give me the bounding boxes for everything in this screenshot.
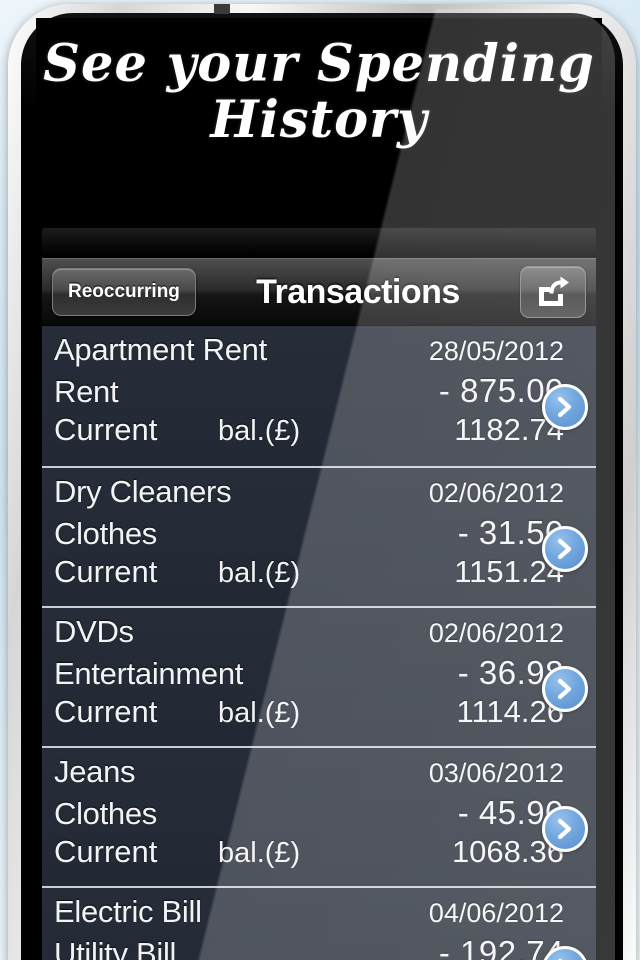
- row-line-amount: Entertainment - 36.98: [54, 654, 580, 694]
- status-bar: [42, 228, 596, 256]
- transaction-date: 02/06/2012: [428, 618, 564, 648]
- row-line-balance: Current bal.(£) 1182.74: [54, 412, 580, 452]
- balance-unit-label: bal.(£): [218, 415, 301, 447]
- row-line-amount: Utility Bill - 192.74: [54, 934, 580, 960]
- chevron-right-icon[interactable]: [542, 384, 588, 430]
- transaction-title: Electric Bill: [54, 894, 202, 929]
- balance-account-label: Current: [54, 554, 158, 589]
- transaction-date: 04/06/2012: [428, 898, 564, 928]
- transaction-date: 02/06/2012: [428, 478, 564, 508]
- row-line-balance: Current bal.(£) 1151.24: [54, 554, 580, 594]
- table-row[interactable]: Dry Cleaners 02/06/2012 Clothes - 31.50 …: [42, 466, 596, 606]
- row-line-balance: Current bal.(£) 1114.26: [54, 694, 580, 734]
- transaction-date: 03/06/2012: [428, 758, 564, 788]
- transaction-title: Dry Cleaners: [54, 474, 232, 509]
- row-line-balance: Current bal.(£) 1068.36: [54, 834, 580, 874]
- balance-unit-label: bal.(£): [218, 557, 301, 589]
- transaction-title: Jeans: [54, 754, 136, 789]
- promo-headline-line2: History: [210, 89, 428, 150]
- phone-screen: See your Spending History Reoccurring Tr…: [36, 18, 602, 960]
- share-button[interactable]: [520, 266, 586, 318]
- chevron-right-icon[interactable]: [542, 806, 588, 852]
- balance-unit-label: bal.(£): [218, 837, 301, 869]
- balance-unit-label: bal.(£): [218, 697, 301, 729]
- table-row[interactable]: DVDs 02/06/2012 Entertainment - 36.98 Cu…: [42, 606, 596, 746]
- transaction-category: Clothes: [54, 796, 158, 831]
- chevron-right-icon[interactable]: [542, 526, 588, 572]
- transaction-category: Utility Bill: [54, 936, 177, 960]
- transaction-title: Apartment Rent: [54, 332, 267, 367]
- transaction-category: Rent: [54, 374, 119, 409]
- row-line-title: Electric Bill 04/06/2012: [54, 894, 580, 934]
- table-row[interactable]: Apartment Rent 28/05/2012 Rent - 875.00 …: [42, 326, 596, 466]
- antenna-notch: [214, 4, 230, 14]
- row-line-title: DVDs 02/06/2012: [54, 614, 580, 654]
- row-line-amount: Rent - 875.00: [54, 372, 580, 412]
- row-line-amount: Clothes - 31.50: [54, 514, 580, 554]
- page-title: Transactions: [256, 272, 460, 311]
- balance-account-label: Current: [54, 412, 158, 447]
- promo-screenshot: See your Spending History Reoccurring Tr…: [0, 0, 640, 960]
- transaction-date: 28/05/2012: [428, 336, 564, 366]
- share-export-icon: [536, 276, 570, 308]
- navigation-bar: Reoccurring Transactions: [42, 258, 596, 326]
- reoccurring-back-button[interactable]: Reoccurring: [52, 268, 196, 316]
- row-line-amount: Clothes - 45.90: [54, 794, 580, 834]
- balance-account-label: Current: [54, 834, 158, 869]
- table-row[interactable]: Electric Bill 04/06/2012 Utility Bill - …: [42, 886, 596, 960]
- promo-headline-line1: See your Spending: [43, 34, 595, 94]
- row-line-title: Jeans 03/06/2012: [54, 754, 580, 794]
- transaction-category: Entertainment: [54, 656, 244, 691]
- promo-headline: See your Spending History: [36, 18, 602, 224]
- transaction-title: DVDs: [54, 614, 134, 649]
- balance-account-label: Current: [54, 694, 158, 729]
- row-line-title: Apartment Rent 28/05/2012: [54, 332, 580, 372]
- table-row[interactable]: Jeans 03/06/2012 Clothes - 45.90 Current…: [42, 746, 596, 886]
- chevron-right-icon[interactable]: [542, 666, 588, 712]
- transactions-list[interactable]: Apartment Rent 28/05/2012 Rent - 875.00 …: [42, 326, 596, 960]
- row-line-title: Dry Cleaners 02/06/2012: [54, 474, 580, 514]
- reoccurring-back-button-label: Reoccurring: [68, 281, 180, 302]
- transaction-category: Clothes: [54, 516, 158, 551]
